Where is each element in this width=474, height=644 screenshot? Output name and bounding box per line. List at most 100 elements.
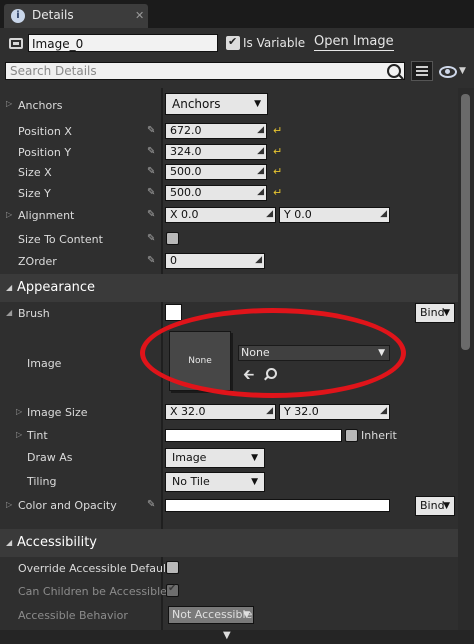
draw-as-label: Draw As	[27, 451, 73, 464]
bind-label: Bind	[420, 306, 445, 319]
reset-to-default-icon[interactable]: ↵	[273, 145, 282, 158]
anchors-value: Anchors	[172, 97, 221, 111]
size-x-value: 500.0	[170, 165, 202, 178]
resize-grip-icon	[379, 404, 387, 418]
size-to-content-checkbox[interactable]	[166, 232, 179, 245]
close-icon[interactable]: ✕	[135, 9, 144, 22]
scrollbar-thumb[interactable]	[461, 94, 470, 350]
expand-arrow-icon[interactable]: ▷	[16, 407, 22, 416]
resize-grip-icon	[256, 123, 264, 137]
size-y-field[interactable]: 500.0	[165, 185, 267, 201]
pin-icon[interactable]: ✎	[147, 209, 155, 220]
reset-to-default-icon[interactable]: ↵	[273, 124, 282, 137]
draw-as-dropdown[interactable]: Image ▼	[165, 448, 265, 468]
tint-label: Tint	[27, 429, 48, 442]
is-variable-checkbox[interactable]	[226, 35, 240, 50]
tiling-dropdown[interactable]: No Tile ▼	[165, 472, 265, 492]
alignment-y-field[interactable]: Y 0.0	[279, 207, 390, 223]
search-details-input[interactable]: Search Details	[5, 62, 405, 80]
image-size-y-field[interactable]: Y 32.0	[279, 404, 390, 420]
chevron-down-icon[interactable]: ▼	[223, 630, 231, 641]
position-y-value: 324.0	[170, 145, 202, 158]
image-size-label: Image Size	[27, 406, 88, 419]
view-options-eye-icon[interactable]	[439, 66, 457, 78]
resize-grip-icon	[265, 207, 273, 221]
anchors-dropdown[interactable]: Anchors ▼	[165, 93, 268, 115]
open-image-link[interactable]: Open Image	[314, 33, 394, 51]
chevron-down-icon: ▼	[251, 453, 258, 463]
image-label: Image	[27, 357, 62, 370]
chevron-down-icon: ▼	[251, 477, 258, 487]
tiling-label: Tiling	[27, 475, 57, 488]
image-size-x-value: X 32.0	[170, 405, 206, 418]
color-bind-button[interactable]: Bind ▼	[415, 496, 455, 516]
expand-arrow-icon[interactable]: ▷	[6, 210, 12, 219]
appearance-section-header[interactable]: ◢ Appearance	[0, 274, 458, 302]
collapse-arrow-icon: ◢	[6, 283, 13, 292]
view-options-dropdown-icon[interactable]: ▼	[459, 66, 466, 76]
color-opacity-bar[interactable]	[165, 499, 390, 512]
resize-grip-icon	[256, 164, 264, 178]
expand-arrow-icon[interactable]: ▷	[16, 430, 22, 439]
property-matrix-button[interactable]	[411, 61, 433, 81]
position-x-field[interactable]: 672.0	[165, 123, 267, 139]
alignment-x-field[interactable]: X 0.0	[165, 207, 276, 223]
expand-arrow-icon[interactable]: ▷	[6, 500, 12, 509]
resize-grip-icon	[256, 144, 264, 158]
collapse-arrow-icon[interactable]: ◢	[6, 308, 12, 317]
override-accessible-checkbox[interactable]	[166, 561, 179, 574]
size-to-content-label: Size To Content	[18, 233, 103, 246]
resize-grip-icon	[379, 207, 387, 221]
color-opacity-label: Color and Opacity	[18, 499, 117, 512]
override-accessible-label: Override Accessible Defaults	[18, 562, 177, 575]
pin-icon[interactable]: ✎	[147, 233, 155, 244]
widget-type-icon	[9, 38, 23, 49]
appearance-title: Appearance	[17, 280, 96, 295]
tab-strip: i Details ✕	[0, 0, 474, 28]
zorder-value: 0	[170, 254, 177, 267]
draw-as-value: Image	[172, 451, 207, 464]
inherit-checkbox[interactable]	[345, 429, 358, 442]
tab-details[interactable]: i Details ✕	[4, 4, 148, 28]
pin-icon[interactable]: ✎	[147, 499, 155, 510]
size-x-field[interactable]: 500.0	[165, 164, 267, 180]
pin-icon[interactable]: ✎	[147, 187, 155, 198]
pin-icon[interactable]: ✎	[147, 166, 155, 177]
widget-name-input[interactable]: Image_0	[28, 34, 218, 52]
tint-color-bar[interactable]	[165, 429, 342, 442]
details-header: Image_0 Is Variable Open Image Search De…	[0, 28, 474, 88]
alignment-y-value: Y 0.0	[284, 208, 312, 221]
chevron-down-icon: ▼	[443, 501, 450, 511]
chevron-down-icon: ▼	[443, 308, 450, 318]
size-y-value: 500.0	[170, 186, 202, 199]
inherit-label: Inherit	[361, 429, 397, 442]
reset-to-default-icon[interactable]: ↵	[273, 165, 282, 178]
resize-grip-icon	[265, 404, 273, 418]
details-info-icon: i	[11, 9, 25, 23]
position-y-field[interactable]: 324.0	[165, 144, 267, 160]
chevron-down-icon: ▼	[254, 99, 261, 109]
brush-color-swatch[interactable]	[165, 304, 182, 321]
accessibility-title: Accessibility	[17, 535, 97, 550]
alignment-label: Alignment	[18, 209, 75, 222]
size-x-label: Size X	[18, 166, 52, 179]
accessibility-section-header[interactable]: ◢ Accessibility	[0, 529, 458, 557]
resize-grip-icon	[254, 253, 262, 267]
pin-icon[interactable]: ✎	[147, 125, 155, 136]
brush-bind-button[interactable]: Bind ▼	[415, 303, 455, 323]
size-y-label: Size Y	[18, 187, 51, 200]
reset-to-default-icon[interactable]: ↵	[273, 186, 282, 199]
collapse-arrow-icon: ◢	[6, 538, 13, 547]
image-size-x-field[interactable]: X 32.0	[165, 404, 276, 420]
children-accessible-checkbox	[166, 583, 179, 597]
expand-arrow-icon[interactable]: ▷	[6, 99, 12, 108]
brush-label: Brush	[18, 307, 50, 320]
children-accessible-label: Can Children be Accessible	[18, 585, 167, 598]
zorder-field[interactable]: 0	[165, 253, 265, 269]
resize-grip-icon	[256, 185, 264, 199]
pin-icon[interactable]: ✎	[147, 255, 155, 266]
advanced-expander-bar[interactable]	[0, 630, 474, 644]
accessible-behavior-label: Accessible Behavior	[18, 609, 128, 622]
search-icon[interactable]	[387, 64, 401, 78]
pin-icon[interactable]: ✎	[147, 146, 155, 157]
